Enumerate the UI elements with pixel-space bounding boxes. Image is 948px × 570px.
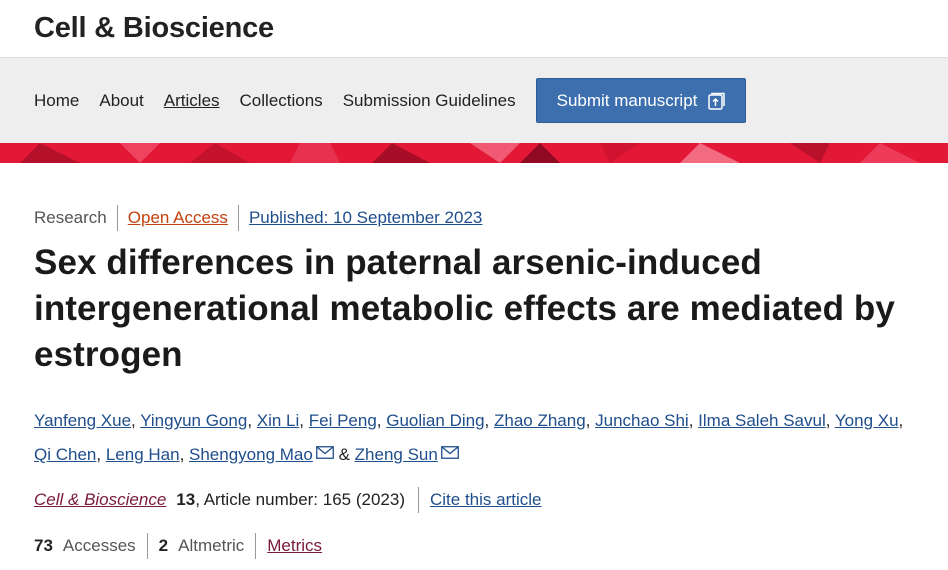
- altmetric-label: Altmetric: [178, 536, 245, 555]
- email-icon[interactable]: [440, 446, 459, 459]
- author-link[interactable]: Qi Chen: [34, 445, 96, 464]
- metrics-row: 73 Accesses 2 Altmetric Metrics: [34, 533, 914, 559]
- journal-link[interactable]: Cell & Bioscience: [34, 490, 166, 510]
- author-link[interactable]: Shengyong Mao: [189, 445, 313, 464]
- upload-document-icon: [708, 92, 726, 110]
- article-header: Research Open Access Published: 10 Septe…: [0, 205, 948, 559]
- cite-this-article-link[interactable]: Cite this article: [430, 490, 541, 510]
- nav-home[interactable]: Home: [34, 91, 79, 111]
- nav-articles[interactable]: Articles: [164, 91, 220, 111]
- citation-line: Cell & Bioscience 13 , Article number: 1…: [34, 486, 914, 514]
- submit-manuscript-button[interactable]: Submit manuscript: [535, 78, 747, 123]
- metrics-link[interactable]: Metrics: [267, 536, 322, 556]
- altmetric-count: 2: [158, 536, 169, 555]
- navbar: Home About Articles Collections Submissi…: [0, 57, 948, 143]
- accesses-count: 73: [34, 536, 53, 555]
- author-link[interactable]: Zheng Sun: [355, 445, 438, 464]
- email-icon[interactable]: [315, 446, 334, 459]
- article-number: , Article number: 165 (2023): [195, 490, 405, 509]
- article-title: Sex differences in paternal arsenic-indu…: [34, 243, 895, 374]
- accesses-label: Accesses: [62, 536, 136, 555]
- article-meta: Research Open Access Published: 10 Septe…: [34, 205, 914, 231]
- author-link[interactable]: Zhao Zhang: [494, 411, 586, 430]
- author-link[interactable]: Ilma Saleh Savul: [698, 411, 826, 430]
- divider: [116, 205, 118, 231]
- masthead: Cell & Bioscience: [0, 0, 948, 57]
- author-link[interactable]: Fei Peng: [309, 411, 377, 430]
- divider: [417, 487, 419, 513]
- article-type: Research: [34, 208, 107, 227]
- submit-manuscript-label: Submit manuscript: [556, 90, 698, 110]
- author-link[interactable]: Guolian Ding: [386, 411, 484, 430]
- brand-banner: [0, 143, 948, 163]
- nav-collections[interactable]: Collections: [240, 91, 323, 111]
- nav-submission-guidelines[interactable]: Submission Guidelines: [343, 91, 516, 111]
- author-link[interactable]: Yanfeng Xue: [34, 411, 131, 430]
- author-link[interactable]: Yingyun Gong: [140, 411, 247, 430]
- author-link[interactable]: Junchao Shi: [595, 411, 689, 430]
- published-date-link[interactable]: Published: 10 September 2023: [249, 208, 482, 228]
- divider: [255, 533, 257, 559]
- volume-number: 13: [176, 490, 196, 509]
- author-conjunction: &: [338, 445, 350, 464]
- open-access-link[interactable]: Open Access: [128, 208, 228, 228]
- author-link[interactable]: Xin Li: [257, 411, 300, 430]
- divider: [237, 205, 239, 231]
- nav-about[interactable]: About: [99, 91, 143, 111]
- author-list: Yanfeng Xue, Yingyun Gong, Xin Li, Fei P…: [34, 411, 904, 464]
- divider: [146, 533, 148, 559]
- journal-title[interactable]: Cell & Bioscience: [34, 12, 274, 45]
- author-link[interactable]: Leng Han: [106, 445, 180, 464]
- author-link[interactable]: Yong Xu: [835, 411, 899, 430]
